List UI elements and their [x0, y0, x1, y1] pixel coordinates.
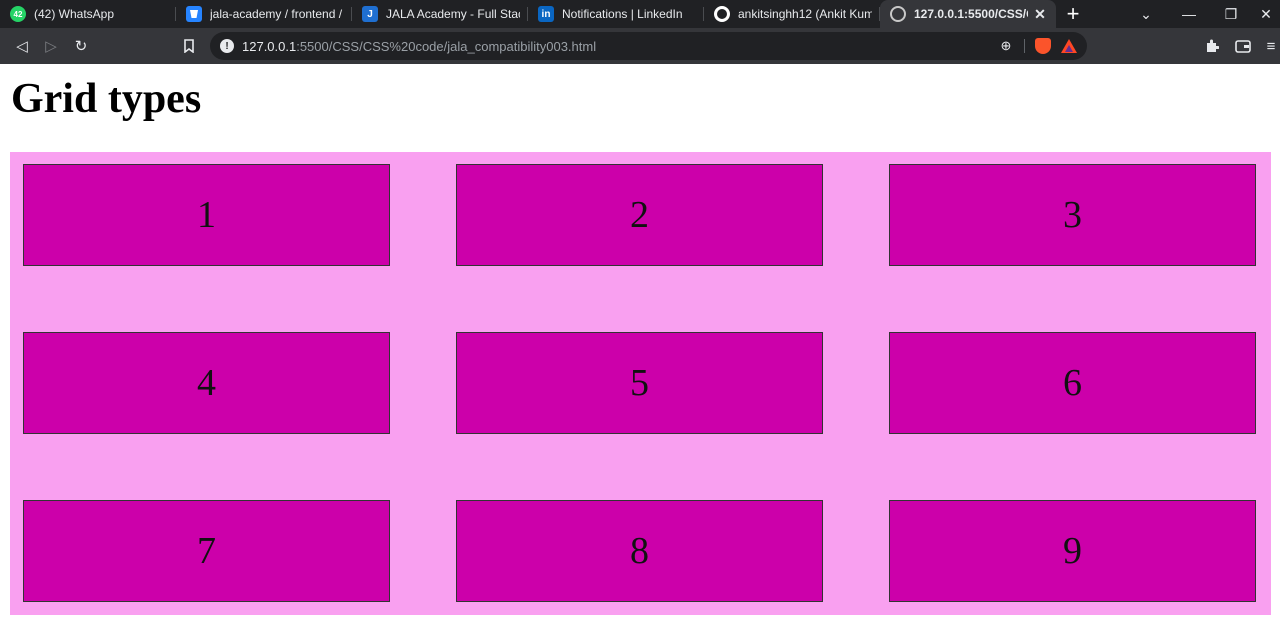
grid-item: 5	[456, 332, 823, 434]
divider	[1024, 39, 1025, 53]
bookmark-icon[interactable]	[177, 34, 201, 58]
grid-item: 4	[23, 332, 390, 434]
tab-title: (42) WhatsApp	[34, 7, 115, 21]
reload-icon[interactable]: ↻	[69, 34, 93, 58]
tab-title: jala-academy / frontend / C	[210, 7, 344, 21]
grid-item: 1	[23, 164, 390, 266]
bitbucket-icon	[186, 6, 202, 22]
address-bar[interactable]: ! 127.0.0.1:5500/CSS/CSS%20code/jala_com…	[210, 32, 1087, 60]
tab-title: ankitsinghh12 (Ankit Kumar	[738, 7, 872, 21]
grid-item: 7	[23, 500, 390, 602]
browser-toolbar: ◁ ▷ ↻ ! 127.0.0.1:5500/CSS/CSS%20code/ja…	[0, 28, 1280, 64]
tab-github[interactable]: ankitsinghh12 (Ankit Kumar	[704, 0, 880, 28]
back-icon[interactable]: ◁	[10, 34, 34, 58]
tab-title: 127.0.0.1:5500/CSS/CSS	[914, 7, 1028, 21]
tab-jala-academy[interactable]: J JALA Academy - Full Stack	[352, 0, 528, 28]
tab-title: JALA Academy - Full Stack	[386, 7, 520, 21]
extensions-icon[interactable]	[1200, 34, 1224, 58]
grid-item: 9	[889, 500, 1256, 602]
site-info-icon[interactable]: !	[220, 39, 234, 53]
linkedin-icon: in	[538, 6, 554, 22]
tab-bar: 42 (42) WhatsApp jala-academy / frontend…	[0, 0, 1280, 28]
tab-search-icon[interactable]: ⌄	[1124, 0, 1168, 28]
menu-icon[interactable]: ≡	[1262, 34, 1280, 58]
jala-icon: J	[362, 6, 378, 22]
restore-icon[interactable]: ❐	[1209, 0, 1253, 28]
wallet-icon[interactable]	[1231, 34, 1255, 58]
new-tab-button[interactable]: +	[1056, 0, 1090, 28]
tab-bitbucket[interactable]: jala-academy / frontend / C	[176, 0, 352, 28]
page-title: Grid types	[11, 76, 202, 122]
grid-container: 1 2 3 4 5 6 7 8 9	[10, 152, 1271, 615]
whatsapp-icon: 42	[10, 6, 26, 22]
tab-title: Notifications | LinkedIn	[562, 7, 683, 21]
tab-localhost-active[interactable]: 127.0.0.1:5500/CSS/CSS ✕	[880, 0, 1056, 28]
github-icon	[714, 6, 730, 22]
grid-item: 8	[456, 500, 823, 602]
brave-rewards-icon[interactable]	[1061, 39, 1077, 53]
grid-item: 2	[456, 164, 823, 266]
close-tab-icon[interactable]: ✕	[1032, 6, 1048, 22]
url-text: 127.0.0.1:5500/CSS/CSS%20code/jala_compa…	[242, 38, 597, 54]
close-window-icon[interactable]: ✕	[1252, 0, 1280, 28]
grid-item: 6	[889, 332, 1256, 434]
brave-shields-icon[interactable]	[1035, 38, 1051, 54]
zoom-icon[interactable]: ⊕	[998, 38, 1014, 54]
globe-icon	[890, 6, 906, 22]
minimize-icon[interactable]: —	[1167, 0, 1211, 28]
page-viewport: Grid types 1 2 3 4 5 6 7 8 9	[0, 64, 1280, 622]
grid-item: 3	[889, 164, 1256, 266]
tab-whatsapp[interactable]: 42 (42) WhatsApp	[0, 0, 176, 28]
tab-linkedin[interactable]: in Notifications | LinkedIn	[528, 0, 704, 28]
forward-icon[interactable]: ▷	[39, 34, 63, 58]
